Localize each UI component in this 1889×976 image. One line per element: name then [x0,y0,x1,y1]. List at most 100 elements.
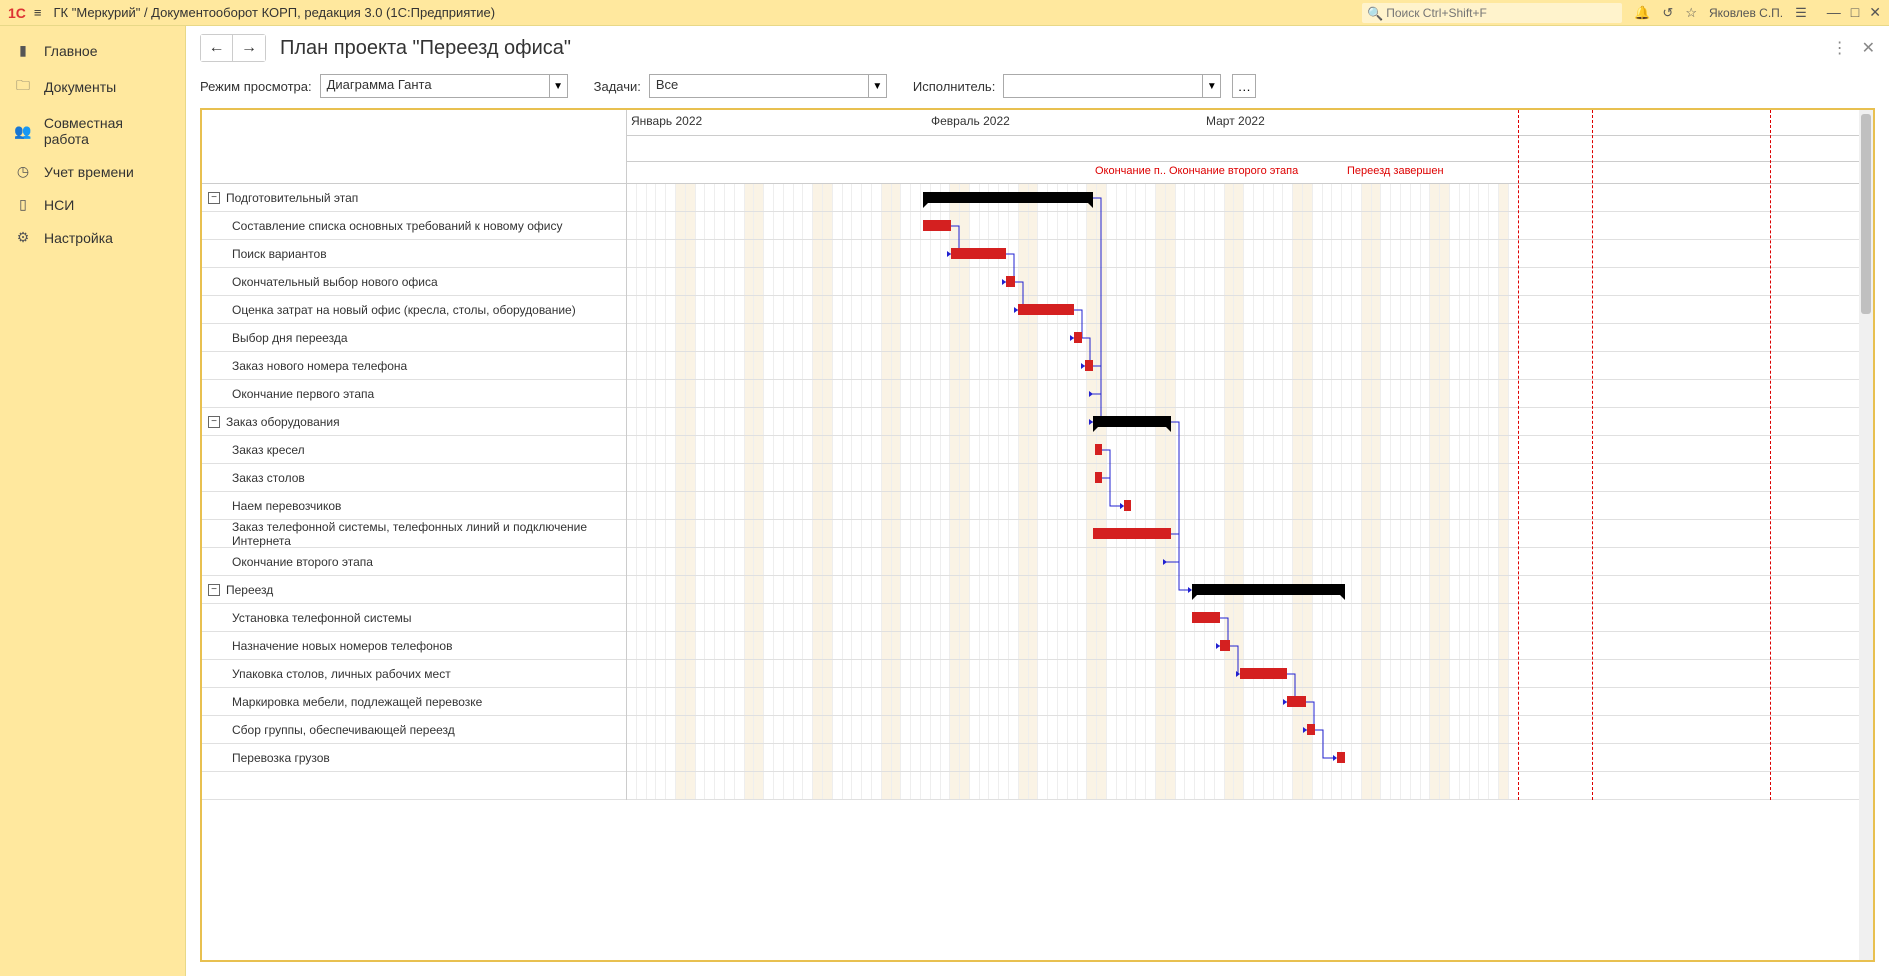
summary-bar[interactable] [1093,416,1171,427]
task-row[interactable]: Оценка затрат на новый офис (кресла, сто… [202,296,626,324]
people-icon: 👥 [14,123,32,140]
task-bar[interactable] [1093,528,1171,539]
view-mode-select[interactable]: Диаграмма Ганта [320,74,550,98]
task-row[interactable]: Составление списка основных требований к… [202,212,626,240]
task-name: Наем перевозчиков [232,499,341,513]
bell-icon[interactable]: 🔔 [1634,5,1650,21]
task-row[interactable]: Заказ кресел [202,436,626,464]
task-row[interactable]: Окончание первого этапа [202,380,626,408]
sidebar-item-label: НСИ [44,197,74,213]
task-bar[interactable] [1085,360,1093,371]
task-name: Маркировка мебели, подлежащей перевозке [232,695,482,709]
task-row[interactable]: Назначение новых номеров телефонов [202,632,626,660]
content-area: ← → План проекта "Переезд офиса" ⋮ ✕ Реж… [186,26,1889,976]
task-row[interactable]: Перевозка грузов [202,744,626,772]
user-name[interactable]: Яковлев С.П. [1709,6,1783,20]
forward-button[interactable]: → [233,35,265,61]
summary-bar[interactable] [923,192,1093,203]
more-icon[interactable]: ⋮ [1832,38,1848,58]
task-bar[interactable] [1074,332,1082,343]
nav-buttons: ← → [200,34,266,62]
task-list-column: −Подготовительный этап Составление списка… [202,110,627,800]
tasks-dropdown-icon[interactable]: ▼ [869,74,887,98]
sidebar-item-label: Главное [44,43,98,59]
gantt-row [627,548,1873,576]
task-row[interactable]: Сбор группы, обеспечивающей переезд [202,716,626,744]
task-row[interactable]: −Переезд [202,576,626,604]
task-row[interactable]: Заказ нового номера телефона [202,352,626,380]
task-name: Окончание первого этапа [232,387,374,401]
page-title: План проекта "Переезд офиса" [280,37,571,60]
task-row[interactable]: Заказ столов [202,464,626,492]
task-row[interactable]: Окончательный выбор нового офиса [202,268,626,296]
back-button[interactable]: ← [201,35,233,61]
gantt-row [627,352,1873,380]
performer-dropdown-icon[interactable]: ▼ [1203,74,1221,98]
vertical-scrollbar[interactable] [1859,110,1873,960]
task-row[interactable]: Упаковка столов, личных рабочих мест [202,660,626,688]
task-bar[interactable] [1287,696,1306,707]
collapse-icon[interactable]: − [208,584,220,596]
task-bar[interactable] [923,220,951,231]
search-input[interactable] [1362,3,1622,23]
task-name: Заказ столов [232,471,305,485]
close-button[interactable]: ✕ [1869,4,1881,21]
task-bar[interactable] [1095,472,1102,483]
tasks-select[interactable]: Все [649,74,869,98]
history-icon[interactable]: ↺ [1662,5,1673,21]
task-row[interactable]: Окончание второго этапа [202,548,626,576]
gantt-row [627,688,1873,716]
gantt-row [627,772,1873,800]
minimize-button[interactable]: — [1827,4,1841,21]
settings-lines-icon[interactable]: ☰ [1795,5,1807,21]
task-bar[interactable] [951,248,1006,259]
task-row[interactable]: Наем перевозчиков [202,492,626,520]
task-bar[interactable] [1095,444,1102,455]
task-bar[interactable] [1192,612,1220,623]
task-name: Оценка затрат на новый офис (кресла, сто… [232,303,576,317]
task-name: Составление списка основных требований к… [232,219,562,233]
task-bar[interactable] [1220,640,1230,651]
performer-dots-button[interactable]: … [1232,74,1256,98]
task-bar[interactable] [1240,668,1287,679]
task-bar[interactable] [1337,752,1345,763]
home-icon: ▮ [14,42,32,59]
task-name: Переезд [226,583,273,597]
task-row[interactable] [202,772,626,800]
app-logo: 1C [8,5,26,21]
star-icon[interactable]: ☆ [1685,5,1697,21]
task-row[interactable]: Установка телефонной системы [202,604,626,632]
sidebar-item-3[interactable]: ◷Учет времени [0,155,185,188]
sidebar-item-0[interactable]: ▮ Главное [0,34,185,67]
task-row[interactable]: Выбор дня переезда [202,324,626,352]
task-row[interactable]: Заказ телефонной системы, телефонных лин… [202,520,626,548]
sidebar-item-4[interactable]: ▯НСИ [0,188,185,221]
tasks-label: Задачи: [594,79,641,94]
view-mode-dropdown-icon[interactable]: ▼ [550,74,568,98]
task-row[interactable]: −Подготовительный этап [202,184,626,212]
sidebar-item-1[interactable]: 🗀Документы [0,67,185,107]
task-bar[interactable] [1124,500,1131,511]
summary-bar[interactable] [1192,584,1345,595]
close-tab-icon[interactable]: ✕ [1862,38,1875,58]
gantt-chart[interactable]: −Подготовительный этап Составление списка… [200,108,1875,962]
sidebar-item-5[interactable]: ⚙Настройка [0,221,185,254]
task-row[interactable]: −Заказ оборудования [202,408,626,436]
menu-icon[interactable]: ≡ [34,5,42,20]
global-search[interactable]: 🔍 [1362,3,1622,23]
gantt-row [627,632,1873,660]
task-row[interactable]: Маркировка мебели, подлежащей перевозке [202,688,626,716]
milestone-label: Окончание п.. [1095,165,1167,177]
app-title: ГК "Меркурий" / Документооборот КОРП, ре… [54,5,496,20]
task-bar[interactable] [1018,304,1074,315]
maximize-button[interactable]: □ [1851,4,1859,21]
task-row[interactable]: Поиск вариантов [202,240,626,268]
task-bar[interactable] [1006,276,1015,287]
task-bar[interactable] [1307,724,1315,735]
gantt-row [627,464,1873,492]
performer-select[interactable] [1003,74,1203,98]
collapse-icon[interactable]: − [208,192,220,204]
collapse-icon[interactable]: − [208,416,220,428]
sidebar-item-2[interactable]: 👥Совместная работа [0,107,185,155]
task-name: Сбор группы, обеспечивающей переезд [232,723,455,737]
